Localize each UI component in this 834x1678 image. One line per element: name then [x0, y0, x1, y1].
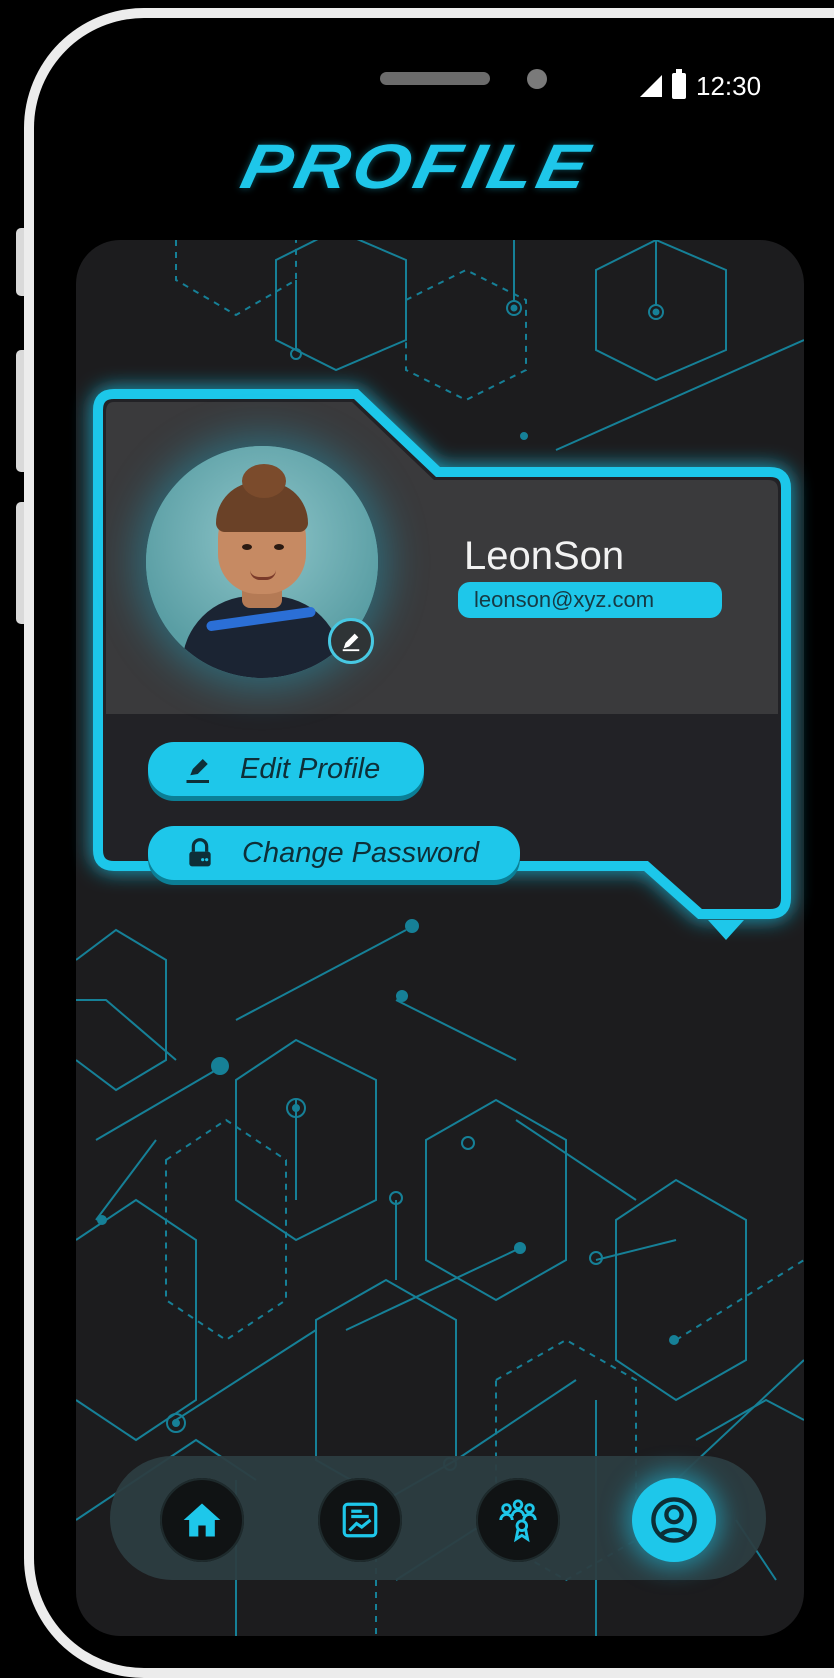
change-password-label: Change Password	[242, 836, 479, 869]
edit-avatar-button[interactable]	[328, 618, 374, 664]
pencil-icon	[186, 759, 209, 783]
card-dropdown-arrow-icon[interactable]	[708, 920, 744, 940]
home-icon	[183, 1503, 221, 1537]
status-bar: 12:30	[640, 66, 761, 106]
team-icon	[499, 1499, 537, 1543]
user-email: leonson@xyz.com	[458, 582, 722, 618]
signal-icon	[640, 75, 662, 97]
battery-icon	[672, 69, 686, 99]
dashboard-icon	[342, 1502, 378, 1538]
user-name: LeonSon	[464, 534, 625, 578]
lock-icon	[189, 838, 211, 867]
status-time: 12:30	[696, 70, 762, 101]
nav-dashboard[interactable]	[318, 1478, 402, 1562]
front-camera	[527, 69, 547, 89]
pencil-icon	[342, 633, 360, 652]
notch	[232, 56, 652, 118]
change-password-button[interactable]: Change Password	[148, 826, 520, 880]
speaker	[380, 72, 490, 85]
edit-profile-button[interactable]: Edit Profile	[148, 742, 424, 796]
page-title: PROFILE	[235, 131, 599, 202]
nav-team[interactable]	[476, 1478, 560, 1562]
nav-home[interactable]	[160, 1478, 244, 1562]
nav-profile[interactable]	[632, 1478, 716, 1562]
profile-icon	[651, 1497, 697, 1543]
edit-profile-label: Edit Profile	[240, 752, 381, 785]
